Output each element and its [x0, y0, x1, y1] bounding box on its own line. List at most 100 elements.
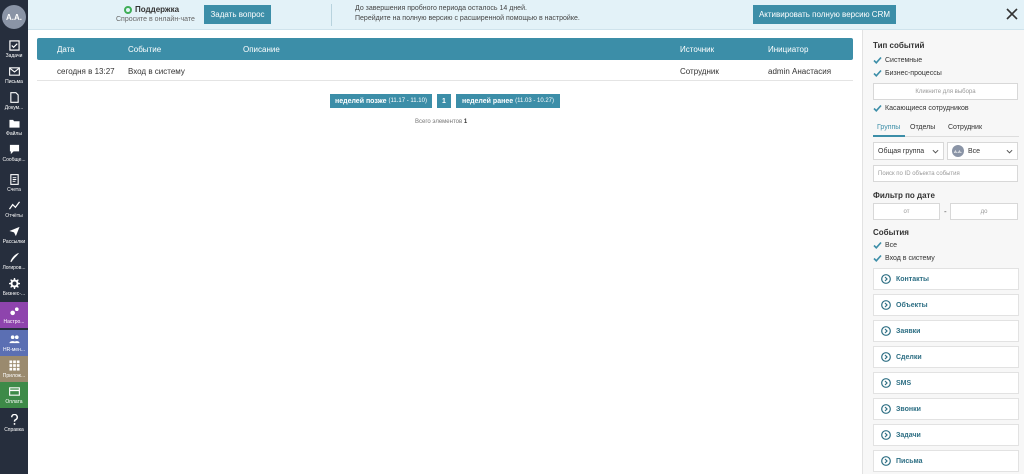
- sidebar-item-label: HR-мен...: [2, 346, 26, 353]
- checkbox-label: Вход в систему: [885, 255, 935, 262]
- sidebar-item-business[interactable]: Бизнес-...: [0, 274, 28, 300]
- sidebar-item-messages[interactable]: Сообще...: [0, 140, 28, 166]
- checkmark-icon: [873, 241, 882, 250]
- banner-divider: [331, 4, 332, 26]
- chevron-right-circle-icon: [881, 274, 891, 284]
- chevron-right-circle-icon: [881, 404, 891, 414]
- sidebar-item-payment[interactable]: Оплата: [0, 382, 28, 408]
- event-group-objects[interactable]: Объекты: [873, 294, 1019, 316]
- chart-icon: [8, 200, 20, 212]
- sidebar-item-label: Файлы: [6, 130, 22, 137]
- sidebar-item-label: Задачи: [5, 52, 23, 59]
- sidebar-item-documents[interactable]: Докум...: [0, 88, 28, 114]
- close-icon[interactable]: [1003, 5, 1021, 23]
- checkbox-business-processes[interactable]: Бизнес-процессы: [873, 69, 942, 78]
- event-group-sms[interactable]: SMS: [873, 372, 1019, 394]
- event-group-label: Контакты: [896, 275, 930, 283]
- user-avatar[interactable]: A.A.: [2, 5, 26, 29]
- group-select[interactable]: Общая группа: [873, 142, 944, 160]
- event-group-deals[interactable]: Сделки: [873, 346, 1019, 368]
- event-group-calls[interactable]: Звонки: [873, 398, 1019, 420]
- invoice-icon: [8, 174, 20, 186]
- sidebar-item-logging[interactable]: Логиров...: [0, 248, 28, 274]
- cell-initiator: admin Анастасия: [768, 67, 832, 76]
- table-row[interactable]: сегодня в 13:27 Вход в систему Сотрудник…: [37, 60, 853, 81]
- sidebar-item-label: Рассылки: [2, 238, 26, 245]
- chevron-right-circle-icon: [881, 326, 891, 336]
- checkbox-events-login[interactable]: Вход в систему: [873, 254, 935, 263]
- scope-tabs: Группы Отделы Сотрудник: [873, 123, 1019, 137]
- pager-earlier-range: (11.03 - 10.27): [515, 98, 555, 104]
- sidebar-item-files[interactable]: Файлы: [0, 114, 28, 140]
- pager-current-page[interactable]: 1: [437, 94, 451, 108]
- checkbox-employees[interactable]: Касающиеся сотрудников: [873, 104, 969, 113]
- sidebar-item-reports[interactable]: Отчёты: [0, 196, 28, 222]
- sidebar-item-apps[interactable]: Прилож...: [0, 356, 28, 382]
- process-select-input[interactable]: Кликните для выбора: [873, 83, 1018, 100]
- event-group-contacts[interactable]: Контакты: [873, 268, 1019, 290]
- apps-icon: [8, 360, 20, 372]
- ask-question-button[interactable]: Задать вопрос: [204, 5, 271, 24]
- sidebar-item-help[interactable]: Справка: [0, 410, 28, 436]
- sidebar-item-label: Прилож...: [2, 372, 26, 379]
- date-from-input[interactable]: от: [873, 203, 940, 220]
- chevron-right-circle-icon: [881, 352, 891, 362]
- chevron-right-circle-icon: [881, 430, 891, 440]
- event-group-label: Задачи: [896, 431, 921, 439]
- column-header-source[interactable]: Источник: [680, 45, 714, 54]
- event-group-label: Звонки: [896, 405, 921, 413]
- sidebar-item-mail[interactable]: Письма: [0, 62, 28, 88]
- chevron-down-icon: [932, 149, 939, 154]
- trial-message-line1: До завершения пробного периода осталось …: [355, 5, 527, 12]
- event-group-label: SMS: [896, 379, 912, 387]
- event-group-requests[interactable]: Заявки: [873, 320, 1019, 342]
- column-header-event[interactable]: Событие: [128, 45, 161, 54]
- column-header-initiator[interactable]: Инициатор: [768, 45, 808, 54]
- filter-panel: Тип событий Системные Бизнес-процессы Кл…: [862, 30, 1024, 474]
- tab-groups[interactable]: Группы: [877, 124, 900, 131]
- sidebar-item-mailings[interactable]: Рассылки: [0, 222, 28, 248]
- total-count: Всего элементов 1: [415, 119, 467, 125]
- document-icon: [8, 92, 20, 104]
- group-select-value: Общая группа: [878, 147, 925, 155]
- left-sidebar: A.A. Задачи Письма Докум... Файлы Сообще…: [0, 0, 28, 474]
- checkmark-icon: [873, 104, 882, 113]
- activate-crm-button[interactable]: Активировать полную версию CRM: [753, 5, 896, 24]
- chevron-right-circle-icon: [881, 378, 891, 388]
- online-status-icon: [124, 6, 132, 14]
- sidebar-item-label: Бизнес-...: [2, 290, 26, 297]
- user-select[interactable]: A.A. Все: [947, 142, 1018, 160]
- sidebar-item-tasks[interactable]: Задачи: [0, 36, 28, 62]
- tab-employee[interactable]: Сотрудник: [948, 124, 982, 131]
- pager-later-button[interactable]: неделей позже (11.17 - 11.10): [330, 94, 432, 108]
- active-tab-indicator: [873, 135, 905, 137]
- date-to-input[interactable]: до: [950, 203, 1018, 220]
- sidebar-item-label: Счета: [7, 186, 21, 193]
- chevron-down-icon: [1006, 149, 1013, 154]
- folder-icon: [8, 118, 20, 130]
- cell-event: Вход в систему: [128, 67, 185, 76]
- sidebar-item-invoices[interactable]: Счета: [0, 170, 28, 196]
- pager-earlier-button[interactable]: неделей ранее (11.03 - 10.27): [456, 94, 560, 108]
- mail-icon: [8, 66, 20, 78]
- column-header-date[interactable]: Дата: [57, 45, 75, 54]
- tab-departments[interactable]: Отделы: [910, 124, 935, 131]
- object-id-search-input[interactable]: Поиск по ID объекта события: [873, 165, 1018, 182]
- trial-banner: Поддержка Спросите в онлайн-чате Задать …: [28, 0, 1024, 30]
- sidebar-item-settings[interactable]: Настро...: [0, 302, 28, 328]
- pen-icon: [8, 252, 20, 264]
- pager-later-label: неделей позже: [335, 97, 387, 105]
- checkbox-events-all[interactable]: Все: [873, 241, 897, 250]
- user-avatar-mini: A.A.: [952, 145, 964, 157]
- event-group-tasks[interactable]: Задачи: [873, 424, 1019, 446]
- events-table-header: Дата Событие Описание Источник Инициатор: [37, 38, 853, 60]
- column-header-description[interactable]: Описание: [243, 45, 280, 54]
- sidebar-item-hr[interactable]: HR-мен...: [0, 330, 28, 356]
- pager-earlier-label: неделей ранее: [461, 97, 514, 105]
- sidebar-item-label: Справка: [4, 426, 24, 433]
- gear-icon: [8, 278, 20, 290]
- event-group-letters[interactable]: Письма: [873, 450, 1019, 472]
- total-label: Всего элементов: [415, 119, 463, 125]
- event-group-label: Письма: [896, 457, 923, 465]
- checkbox-system[interactable]: Системные: [873, 56, 922, 65]
